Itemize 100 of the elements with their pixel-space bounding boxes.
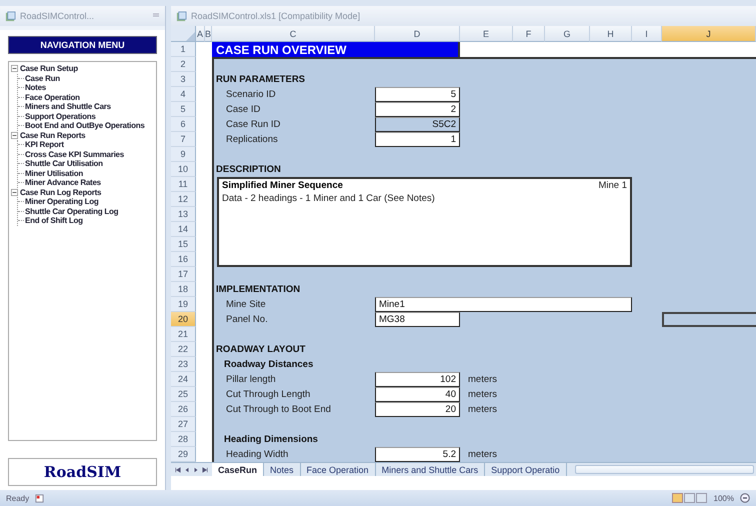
column-header[interactable]: H [590,26,632,42]
row-header[interactable]: 27 [171,417,196,432]
tree-item[interactable]: Cross Case KPI Summaries [25,150,124,159]
corner-triangle-icon [186,32,195,41]
value-cell[interactable]: 1 [375,132,460,147]
previous-sheet-icon[interactable] [184,466,190,472]
row-header[interactable]: 20 [171,312,196,327]
row-header[interactable]: 26 [171,402,196,417]
next-sheet-icon[interactable] [193,466,199,472]
tree-item[interactable]: Support Operations [25,112,96,121]
row-header[interactable]: 7 [171,132,196,147]
tree-item[interactable]: Miner Advance Rates [25,178,101,188]
column-header[interactable]: E [460,26,513,42]
row-header[interactable]: 9 [171,147,196,162]
column-header[interactable]: B [205,26,212,42]
field-label: Mine Site [225,298,267,312]
row-header[interactable]: 5 [171,102,196,117]
page-view-icons[interactable] [672,493,708,503]
tree-item[interactable]: KPI Report [25,140,64,150]
horizontal-scrollbar[interactable] [574,465,754,474]
row-header[interactable]: 1 [171,42,196,57]
tree-item[interactable]: Boot End and OutBye Operations [25,121,145,130]
status-text: Ready [6,494,30,502]
field-label: Case Run ID [225,118,282,132]
row-header[interactable]: 19 [171,297,196,312]
value-cell[interactable]: 20 [375,402,460,417]
tree-item[interactable]: Notes [25,83,46,92]
row-header[interactable]: 14 [171,222,196,237]
section-heading: RUN PARAMETERS [215,73,306,87]
row-header[interactable]: 3 [171,72,196,87]
column-header[interactable]: I [632,26,662,42]
row-header[interactable]: 17 [171,267,196,282]
tree-item[interactable]: Case Run Reports [20,130,86,140]
tree-item[interactable]: Miners and Shuttle Cars [25,102,111,112]
row-header[interactable]: 10 [171,162,196,177]
row-header[interactable]: 23 [171,357,196,372]
tree-item[interactable]: Miner Operating Log [25,197,98,206]
field-label: Heading Width [225,448,290,462]
column-header[interactable]: A [196,26,205,42]
row-header[interactable]: 6 [171,117,196,132]
section-heading: DESCRIPTION [215,163,282,177]
collapse-icon[interactable] [11,188,18,196]
section-heading: IMPLEMENTATION [215,283,302,297]
tree-item[interactable]: Face Operation [25,92,80,102]
row-header[interactable]: 22 [171,342,196,357]
field-label: Cut Through Length [225,388,312,402]
zoom-out-icon[interactable] [740,493,750,503]
value-cell[interactable]: Mine1 [375,297,632,312]
row-header[interactable]: 18 [171,282,196,297]
row-header[interactable]: 2 [171,57,196,72]
row-header[interactable]: 25 [171,387,196,402]
value-cell[interactable]: 2 [375,102,460,117]
value-cell[interactable]: 5 [375,87,460,102]
value-cell[interactable]: 102 [375,372,460,387]
row-header[interactable]: 28 [171,432,196,447]
macro-record-icon[interactable] [35,494,44,502]
row-header[interactable]: 15 [171,237,196,252]
empty-cell[interactable] [662,312,756,327]
logo: RoadSIM [8,458,157,486]
collapse-icon[interactable] [11,65,18,72]
row-header[interactable]: 12 [171,192,196,207]
column-header[interactable]: F [513,26,545,42]
sheet-tab[interactable]: CaseRun [212,463,264,476]
field-label: Case ID [225,103,262,117]
column-header[interactable]: G [545,26,590,42]
row-header[interactable]: 16 [171,252,196,267]
collapse-icon[interactable] [11,132,18,139]
row-header[interactable]: 13 [171,207,196,222]
tree-item[interactable]: Case Run [25,74,60,83]
last-sheet-icon[interactable] [202,466,208,472]
unit-label: meters [467,403,498,417]
column-header[interactable]: J [662,26,756,42]
row-header[interactable]: 11 [171,177,196,192]
field-label: Cut Through to Boot End [225,403,332,417]
row-header[interactable]: 29 [171,447,196,462]
field-label: Pillar length [225,373,277,387]
workbook-icon [176,10,187,22]
value-cell[interactable]: S5C2 [375,117,460,132]
description-heading: Simplified Miner Sequence [222,180,343,191]
tree-item[interactable]: Shuttle Car Operating Log [25,206,118,216]
section-heading: ROADWAY LAYOUT [215,343,306,357]
tree-item[interactable]: Case Run Setup [20,64,78,74]
column-header[interactable]: C [212,26,375,42]
column-header[interactable]: D [375,26,460,42]
row-header[interactable]: 21 [171,327,196,342]
value-cell[interactable]: MG38 [375,312,460,327]
field-label: Panel No. [225,313,269,327]
row-header[interactable]: 4 [171,87,196,102]
description-box[interactable]: Simplified Miner Sequence Mine 1 Data - 2 headings - 1 Miner and 1 Car (See Notes) [217,177,632,267]
row-header[interactable]: 24 [171,372,196,387]
tree-item[interactable]: Miner Utilisation [25,168,83,178]
field-label: Replications [225,133,279,147]
unit-label: meters [467,373,498,387]
value-cell[interactable]: 5.2 [375,447,460,462]
tree-item[interactable]: End of Shift Log [25,216,83,226]
tree-item[interactable]: Shuttle Car Utilisation [25,159,103,168]
tree-item[interactable]: Case Run Log Reports [20,188,102,197]
workbook-icon [5,10,16,22]
value-cell[interactable]: 40 [375,387,460,402]
first-sheet-icon[interactable] [175,466,181,472]
